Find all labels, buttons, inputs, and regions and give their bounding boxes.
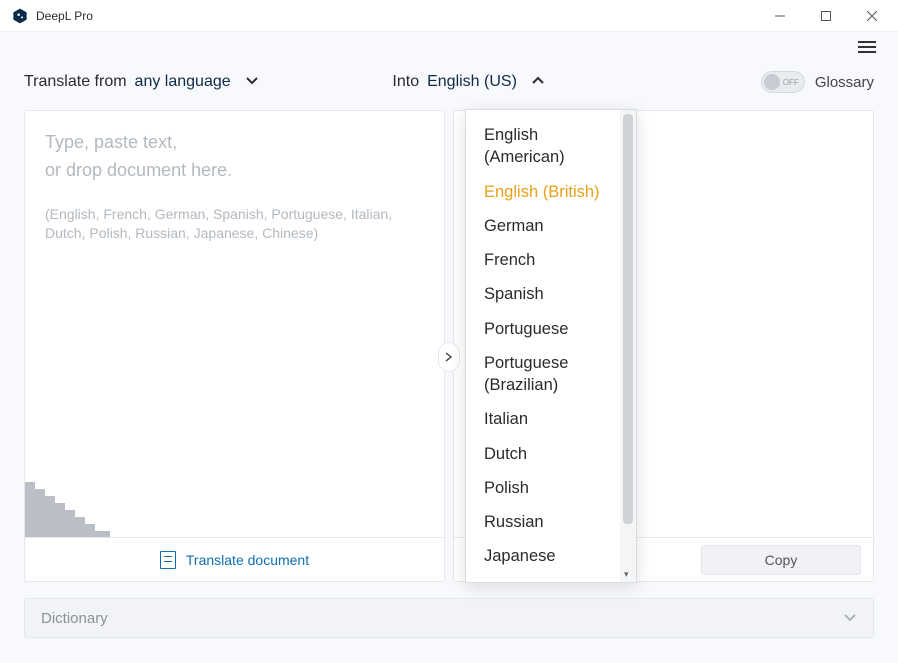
dropdown-scrollbar[interactable]: ▾ <box>620 110 636 582</box>
window-controls <box>766 4 886 28</box>
menu-row <box>0 32 898 62</box>
target-language-selector[interactable]: Into English (US) <box>392 73 760 91</box>
translate-document-label: Translate document <box>186 552 309 568</box>
translate-document-button[interactable]: Translate document <box>160 551 309 569</box>
target-language-value: English (US) <box>427 73 517 91</box>
copy-button-label: Copy <box>765 552 798 568</box>
source-placeholder: Type, paste text, or drop document here. <box>45 129 424 185</box>
maximize-button[interactable] <box>812 4 840 28</box>
titlebar: DeepL Pro <box>0 0 898 32</box>
dropdown-item[interactable]: Japanese <box>466 539 620 573</box>
language-row: Translate from any language Into English… <box>0 62 898 110</box>
toggle-state-text: OFF <box>783 78 799 87</box>
dictionary-label: Dictionary <box>41 610 108 627</box>
target-language-dropdown: English (American)English (British)Germa… <box>465 109 637 583</box>
dropdown-item[interactable]: Spanish <box>466 277 620 311</box>
dropdown-item[interactable]: French <box>466 243 620 277</box>
glossary-label[interactable]: Glossary <box>815 74 874 91</box>
hamburger-menu-icon[interactable] <box>858 41 876 53</box>
source-pane-footer: Translate document <box>25 537 444 581</box>
source-input[interactable]: Type, paste text, or drop document here.… <box>25 111 444 537</box>
scroll-down-arrow-icon: ▾ <box>624 569 629 580</box>
dropdown-item[interactable]: Portuguese (Brazilian) <box>466 346 620 403</box>
source-language-prefix: Translate from <box>24 73 127 91</box>
dropdown-item[interactable]: Italian <box>466 402 620 436</box>
window-title: DeepL Pro <box>36 9 766 23</box>
chevron-up-icon <box>531 73 545 91</box>
app-logo-icon <box>12 8 28 24</box>
dropdown-item[interactable]: Portuguese <box>466 312 620 346</box>
dictionary-expander[interactable]: Dictionary <box>24 598 874 638</box>
dropdown-item[interactable]: Dutch <box>466 437 620 471</box>
supported-languages-text: (English, French, German, Spanish, Portu… <box>45 205 424 244</box>
document-icon <box>160 551 176 569</box>
watermark-icon <box>25 457 110 537</box>
close-button[interactable] <box>858 4 886 28</box>
main-panes: Type, paste text, or drop document here.… <box>0 110 898 582</box>
dropdown-item[interactable]: Chinese <box>466 574 620 582</box>
dropdown-item[interactable]: English (American) <box>466 118 620 175</box>
dropdown-item[interactable]: German <box>466 209 620 243</box>
source-pane: Type, paste text, or drop document here.… <box>24 110 445 582</box>
swap-languages-button[interactable] <box>438 342 460 372</box>
target-language-prefix: Into <box>392 73 419 91</box>
chevron-down-icon <box>843 610 857 627</box>
dropdown-item[interactable]: English (British) <box>466 175 620 209</box>
placeholder-line-1: Type, paste text, <box>45 132 177 152</box>
dropdown-item[interactable]: Russian <box>466 505 620 539</box>
glossary-controls: OFF Glossary <box>761 71 874 93</box>
chevron-down-icon <box>245 73 259 91</box>
source-language-selector[interactable]: Translate from any language <box>24 73 392 91</box>
source-language-value: any language <box>135 73 231 91</box>
dropdown-item[interactable]: Polish <box>466 471 620 505</box>
dropdown-list: English (American)English (British)Germa… <box>466 110 620 582</box>
copy-button[interactable]: Copy <box>701 545 861 575</box>
chevron-right-icon <box>445 352 453 362</box>
minimize-button[interactable] <box>766 4 794 28</box>
glossary-toggle[interactable]: OFF <box>761 71 805 93</box>
placeholder-line-2: or drop document here. <box>45 160 232 180</box>
